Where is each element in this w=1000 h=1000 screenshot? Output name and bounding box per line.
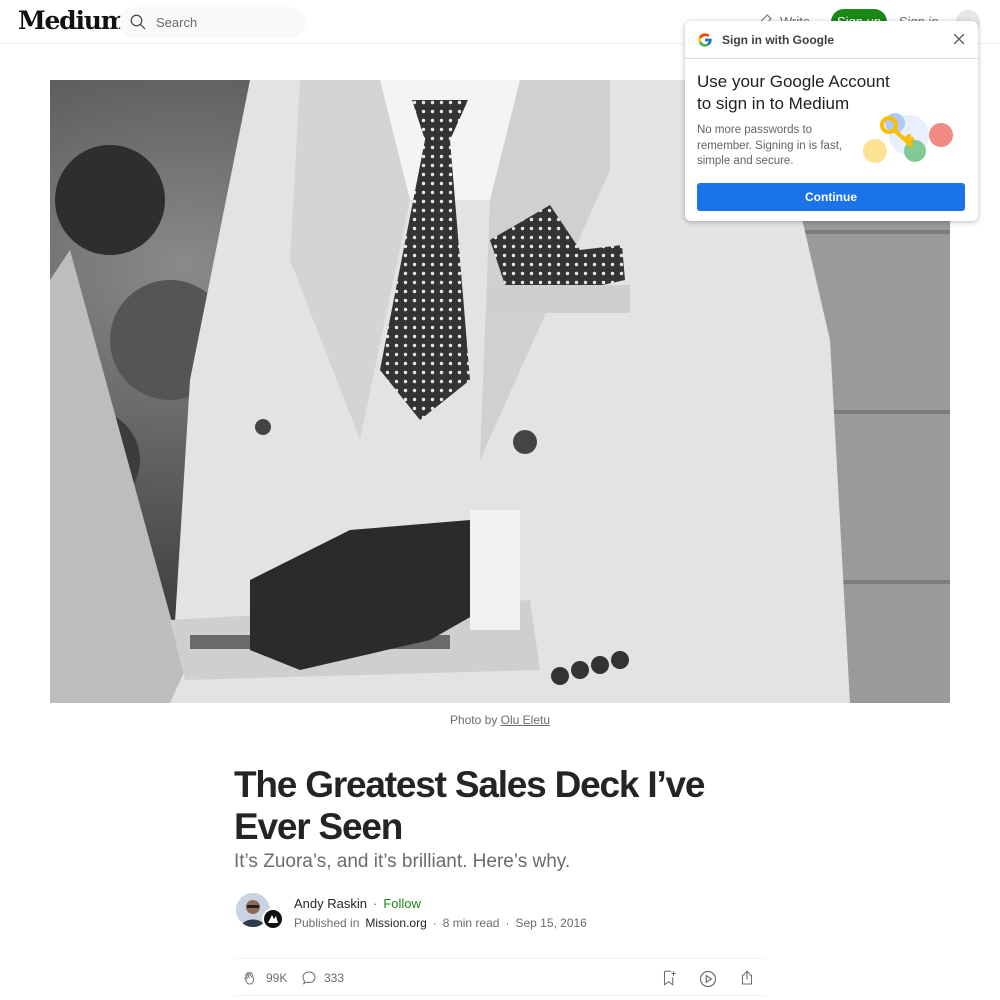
google-popup-title: Sign in with Google — [722, 33, 834, 47]
google-sign-in-popup: Sign in with Google Use your Google Acco… — [685, 21, 978, 221]
save-bookmark-button[interactable] — [660, 969, 678, 987]
article-title: The Greatest Sales Deck I’ve Ever Seen — [234, 764, 705, 847]
clap-button[interactable]: 99K — [242, 969, 287, 987]
clap-count: 99K — [266, 971, 288, 985]
medium-logo[interactable]: Medium — [18, 6, 127, 35]
read-time: 8 min read — [442, 916, 500, 930]
response-count: 333 — [324, 971, 345, 985]
publication-link[interactable]: Mission.org — [365, 916, 426, 930]
search-input[interactable]: Search — [156, 15, 197, 30]
article-action-bar: 99K 333 — [234, 958, 766, 996]
clap-icon — [244, 971, 254, 985]
key-illustration-icon — [863, 113, 953, 163]
google-popup-header: Sign in with Google — [685, 21, 978, 59]
photographer-link[interactable]: Olu Eletu — [501, 713, 550, 727]
separator-dot: · — [372, 896, 378, 911]
publication-avatar[interactable] — [262, 908, 284, 930]
google-logo-icon — [698, 33, 712, 47]
separator-dot: · — [432, 916, 437, 930]
bookmark-add-icon — [663, 970, 676, 986]
close-icon[interactable] — [950, 30, 968, 48]
mission-logo-icon — [268, 915, 278, 923]
article-subtitle: It’s Zuora’s, and it’s brilliant. Here’s… — [234, 851, 571, 872]
continue-button[interactable]: Continue — [697, 183, 965, 211]
follow-button[interactable]: Follow — [383, 896, 421, 911]
google-popup-body: No more passwords to remember. Signing i… — [697, 124, 843, 167]
listen-button[interactable] — [698, 969, 718, 989]
share-button[interactable] — [738, 969, 756, 987]
hero-photo-caption: Photo by Olu Eletu — [0, 713, 1000, 727]
published-in-prefix: Published in — [294, 916, 360, 930]
author-name[interactable]: Andy Raskin — [294, 896, 367, 911]
search-box[interactable]: Search — [119, 7, 306, 38]
responses-button[interactable]: 333 — [300, 969, 344, 987]
caption-prefix: Photo by — [449, 713, 498, 727]
share-icon — [741, 970, 753, 985]
publish-date: Sep 15, 2016 — [515, 916, 587, 930]
search-icon — [130, 14, 146, 30]
comment-icon — [302, 971, 316, 985]
article-meta: Published in Mission.org · 8 min read · … — [294, 916, 587, 930]
author-line: Andy Raskin · Follow — [294, 896, 421, 911]
separator-dot: · — [505, 916, 510, 930]
play-icon — [699, 970, 717, 988]
